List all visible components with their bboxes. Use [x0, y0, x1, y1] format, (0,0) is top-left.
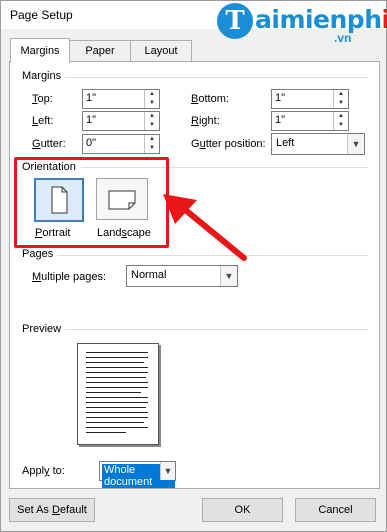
preview-line: [86, 382, 148, 383]
spin-up-icon[interactable]: ▲: [144, 112, 159, 121]
logo-text: aimienphi: [255, 5, 387, 34]
logo-mark: T: [217, 3, 253, 39]
preview-line: [86, 402, 148, 403]
preview-line: [86, 432, 126, 433]
preview-line: [86, 427, 148, 428]
gutter-field[interactable]: 0" ▲ ▼: [82, 134, 160, 154]
gutter-position-select[interactable]: Left ▼: [271, 133, 365, 155]
spin-down-icon[interactable]: ▼: [333, 99, 348, 108]
gutter-label: Gutter:: [32, 138, 66, 150]
spin-down-icon[interactable]: ▼: [144, 144, 159, 153]
preview-line: [86, 352, 148, 353]
annotation-arrow-icon: [163, 194, 247, 261]
margins-group-label: Margins: [22, 70, 66, 82]
left-margin-value: 1": [86, 114, 97, 126]
right-label: Right:: [191, 115, 220, 127]
bottom-label: Bottom:: [191, 93, 229, 105]
preview-line: [86, 422, 144, 423]
watermark-logo: T aimienphi .vn: [217, 3, 387, 45]
bottom-margin-field[interactable]: 1" ▲ ▼: [271, 89, 349, 109]
preview-line: [86, 372, 148, 373]
pages-group-label: Pages: [22, 248, 58, 260]
top-label: Top:: [32, 93, 53, 105]
right-margin-field[interactable]: 1" ▲ ▼: [271, 111, 349, 131]
preview-line: [86, 392, 141, 393]
preview-line: [86, 377, 146, 378]
margins-separator: [63, 77, 368, 78]
chevron-down-icon[interactable]: ▼: [160, 462, 175, 480]
tab-paper[interactable]: Paper: [69, 40, 131, 61]
preview-line: [86, 412, 148, 413]
preview-line: [86, 407, 146, 408]
preview-line: [86, 357, 148, 358]
preview-line: [86, 387, 148, 388]
right-margin-value: 1": [275, 114, 286, 126]
top-margin-value: 1": [86, 92, 97, 104]
orientation-highlight-box: [14, 157, 169, 248]
ok-button[interactable]: OK: [202, 498, 283, 522]
apply-to-select[interactable]: Whole document ▼: [99, 461, 176, 488]
spin-up-icon[interactable]: ▲: [333, 90, 348, 99]
apply-to-label: Apply to:: [22, 465, 65, 477]
spin-down-icon[interactable]: ▼: [144, 121, 159, 130]
preview-line: [86, 417, 148, 418]
cancel-button[interactable]: Cancel: [295, 498, 376, 522]
multiple-pages-label: Multiple pages:: [32, 271, 106, 283]
left-label: Left:: [32, 115, 54, 127]
gutter-position-value: Left: [276, 137, 295, 149]
gutter-position-label: Gutter position:: [191, 138, 266, 150]
logo-suffix: .vn: [334, 31, 352, 45]
preview-group-label: Preview: [22, 323, 66, 335]
page-preview: [77, 343, 159, 445]
top-margin-field[interactable]: 1" ▲ ▼: [82, 89, 160, 109]
preview-separator: [59, 329, 368, 330]
page-setup-dialog: Page Setup T aimienphi .vn Margins Paper…: [0, 0, 387, 532]
preview-line: [86, 397, 148, 398]
window-title: Page Setup: [10, 8, 73, 22]
spin-down-icon[interactable]: ▼: [144, 99, 159, 108]
spin-up-icon[interactable]: ▲: [333, 112, 348, 121]
tab-margins[interactable]: Margins: [10, 38, 70, 63]
spin-down-icon[interactable]: ▼: [333, 121, 348, 130]
spin-up-icon[interactable]: ▲: [144, 135, 159, 144]
gutter-value: 0": [86, 137, 97, 149]
preview-line: [86, 367, 148, 368]
set-as-default-button[interactable]: Set As Default: [9, 498, 95, 522]
multiple-pages-select[interactable]: Normal ▼: [126, 265, 238, 287]
tab-layout[interactable]: Layout: [130, 40, 192, 61]
left-margin-field[interactable]: 1" ▲ ▼: [82, 111, 160, 131]
chevron-down-icon[interactable]: ▼: [220, 266, 237, 286]
chevron-down-icon[interactable]: ▼: [347, 134, 364, 154]
preview-line: [86, 362, 144, 363]
multiple-pages-value: Normal: [131, 269, 167, 281]
bottom-margin-value: 1": [275, 92, 286, 104]
spin-up-icon[interactable]: ▲: [144, 90, 159, 99]
